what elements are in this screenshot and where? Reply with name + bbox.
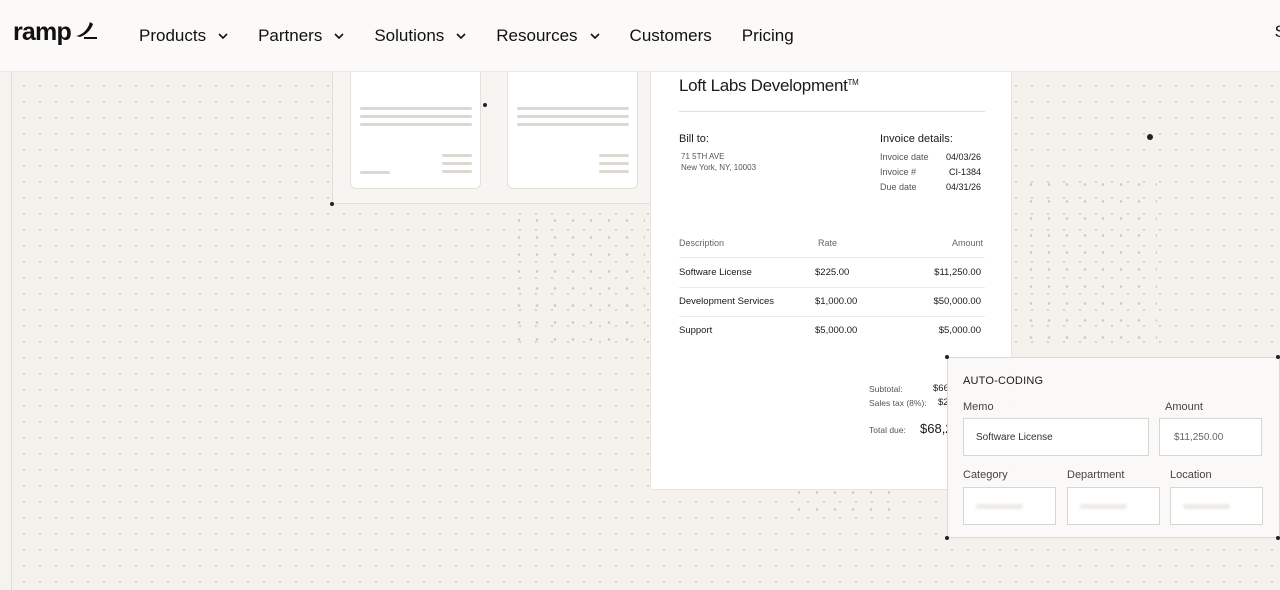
memo-value: Software License xyxy=(976,431,1053,443)
nav-customers[interactable]: Customers xyxy=(630,26,712,46)
chevron-down-icon xyxy=(589,33,600,40)
logo-mark-icon xyxy=(75,21,97,39)
loading-placeholder xyxy=(976,503,1024,509)
detail-value: 04/31/26 xyxy=(945,182,981,192)
amount-value: $11,250.00 xyxy=(1174,431,1224,443)
company-name: Loft Labs Development xyxy=(679,76,848,95)
nav-solutions[interactable]: Solutions xyxy=(374,26,466,46)
document-thumbnail[interactable] xyxy=(350,60,481,189)
detail-key: Invoice # xyxy=(880,167,917,177)
category-label: Category xyxy=(963,469,1008,481)
loading-placeholder xyxy=(1080,503,1128,509)
logo-text: ramp xyxy=(13,18,72,46)
selection-handle xyxy=(483,103,487,107)
chevron-down-icon xyxy=(456,33,466,40)
nav-label: Products xyxy=(139,26,207,45)
location-field[interactable] xyxy=(1170,487,1263,525)
item-rate: $1,000.00 xyxy=(815,296,858,307)
panel-title: AUTO-CODING xyxy=(963,375,1044,387)
memo-field[interactable]: Software License xyxy=(963,418,1149,456)
department-label: Department xyxy=(1067,469,1125,481)
auto-coding-panel: AUTO-CODING Memo Software License Amount… xyxy=(947,357,1280,538)
item-amount: $50,000.00 xyxy=(933,296,981,307)
floating-dot xyxy=(1147,134,1153,140)
document-thumbnail[interactable] xyxy=(507,60,638,189)
selection-handle xyxy=(1276,355,1280,359)
address-line: 71 5TH AVE xyxy=(681,152,725,161)
divider xyxy=(679,287,985,288)
item-description: Software License xyxy=(679,267,752,278)
detail-key: Invoice date xyxy=(880,152,929,162)
item-description: Support xyxy=(679,325,713,336)
nav-pricing[interactable]: Pricing xyxy=(742,26,794,46)
item-rate: $225.00 xyxy=(815,267,850,278)
item-rate: $5,000.00 xyxy=(815,325,858,336)
dot-pattern xyxy=(1022,176,1157,346)
location-label: Location xyxy=(1170,469,1212,481)
nav-label: Partners xyxy=(258,26,323,45)
nav-label: Resources xyxy=(496,26,578,45)
nav-label: Pricing xyxy=(741,26,794,45)
detail-key: Due date xyxy=(880,182,917,192)
chevron-down-icon xyxy=(218,33,228,40)
nav-products[interactable]: Products xyxy=(139,26,228,46)
nav-partners[interactable]: Partners xyxy=(258,26,344,46)
main-nav: Products Partners Solutions Resources Cu… xyxy=(139,0,824,72)
trademark: TM xyxy=(847,78,859,87)
column-header: Description xyxy=(679,238,725,248)
document-preview-card[interactable] xyxy=(332,60,653,204)
detail-value: CI-1384 xyxy=(948,167,981,177)
amount-field[interactable]: $11,250.00 xyxy=(1159,418,1262,456)
site-header: ramp Products Partners Solutions Resourc… xyxy=(0,0,1280,72)
amount-label: Amount xyxy=(1165,401,1203,413)
address-line: New York, NY, 10003 xyxy=(681,163,757,172)
selection-handle xyxy=(1276,536,1280,540)
selection-handle xyxy=(330,202,334,206)
selection-handle xyxy=(945,536,949,540)
item-description: Development Services xyxy=(679,296,775,307)
selection-handle xyxy=(945,355,949,359)
nav-resources[interactable]: Resources xyxy=(496,26,600,46)
item-amount: $11,250.00 xyxy=(934,267,981,278)
total-label: Total due: xyxy=(869,425,906,435)
invoice-company-name: Loft Labs DevelopmentTM xyxy=(679,76,859,96)
nav-label: Solutions xyxy=(374,26,445,45)
category-field[interactable] xyxy=(963,487,1056,525)
detail-value: 04/03/26 xyxy=(945,152,981,162)
divider xyxy=(679,316,985,317)
memo-label: Memo xyxy=(963,401,994,413)
loading-placeholder xyxy=(1183,503,1231,509)
column-header: Amount xyxy=(951,238,983,248)
divider xyxy=(679,257,985,258)
bill-to-label: Bill to: xyxy=(679,133,709,145)
chevron-down-icon xyxy=(334,33,344,40)
department-field[interactable] xyxy=(1067,487,1160,525)
tax-label: Sales tax (8%): xyxy=(869,398,927,408)
dot-pattern xyxy=(510,212,645,352)
ramp-logo[interactable]: ramp xyxy=(13,18,98,47)
invoice-details-label: Invoice details: xyxy=(880,133,953,145)
divider xyxy=(679,111,985,112)
subtotal-label: Subtotal: xyxy=(869,384,903,394)
nav-label: Customers xyxy=(629,26,712,45)
header-cut-off-text[interactable]: S xyxy=(1275,22,1280,42)
column-header: Rate xyxy=(818,238,838,248)
item-amount: $5,000.00 xyxy=(938,325,981,336)
